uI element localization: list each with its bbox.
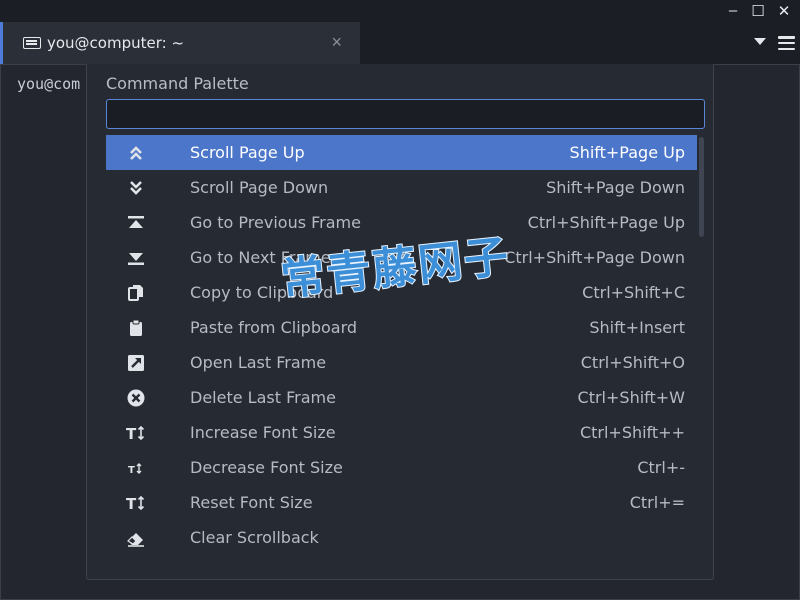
command-label: Open Last Frame bbox=[190, 353, 327, 372]
hamburger-menu-icon[interactable] bbox=[778, 36, 795, 51]
svg-text:T: T bbox=[126, 425, 137, 443]
command-shortcut: Ctrl+Shift+Page Down bbox=[504, 248, 685, 267]
command-label: Go to Next Frame bbox=[190, 248, 331, 267]
palette-title: Command Palette bbox=[106, 74, 249, 93]
command-shortcut: Ctrl+- bbox=[637, 458, 685, 477]
svg-text:T: T bbox=[128, 465, 135, 476]
command-item[interactable]: T Reset Font Size Ctrl+= bbox=[106, 485, 697, 520]
close-window-button[interactable]: ✕ bbox=[774, 2, 794, 20]
tab-terminal[interactable]: you@computer: ~ × bbox=[0, 22, 360, 64]
command-item[interactable]: Copy to Clipboard Ctrl+Shift+C bbox=[106, 275, 697, 310]
command-shortcut: Ctrl+Shift++ bbox=[579, 423, 685, 442]
command-item[interactable]: Go to Next Frame Ctrl+Shift+Page Down bbox=[106, 240, 697, 275]
double-chevron-down-icon bbox=[126, 178, 146, 198]
double-chevron-up-icon bbox=[126, 143, 146, 163]
command-shortcut: Ctrl+Shift+O bbox=[580, 353, 685, 372]
command-item[interactable]: Paste from Clipboard Shift+Insert bbox=[106, 310, 697, 345]
command-list: Scroll Page Up Shift+Page Up Scroll Page D… bbox=[106, 135, 697, 555]
command-shortcut: Ctrl+= bbox=[629, 493, 685, 512]
command-label: Scroll Page Down bbox=[190, 178, 329, 197]
command-item[interactable]: Delete Last Frame Ctrl+Shift+W bbox=[106, 380, 697, 415]
command-shortcut: Ctrl+Shift+C bbox=[582, 283, 685, 302]
command-item[interactable]: Go to Previous Frame Ctrl+Shift+Page Up bbox=[106, 205, 697, 240]
command-shortcut: Shift+Page Up bbox=[569, 143, 685, 162]
command-shortcut: Shift+Insert bbox=[589, 318, 685, 337]
command-item[interactable]: Open Last Frame Ctrl+Shift+O bbox=[106, 345, 697, 380]
open-external-icon bbox=[126, 353, 146, 373]
command-label: Clear Scrollback bbox=[190, 528, 319, 547]
font-size-large-icon: T bbox=[126, 423, 146, 443]
command-item[interactable]: Clear Scrollback bbox=[106, 520, 697, 555]
command-label: Paste from Clipboard bbox=[190, 318, 358, 337]
svg-text:T: T bbox=[126, 495, 137, 513]
command-shortcut: Ctrl+Shift+Page Up bbox=[527, 213, 685, 232]
command-item[interactable]: Scroll Page Up Shift+Page Up bbox=[106, 135, 697, 170]
title-bar: you@computer: ~ × – ☐ ✕ bbox=[0, 0, 800, 64]
command-label: Copy to Clipboard bbox=[190, 283, 334, 302]
command-label: Increase Font Size bbox=[190, 423, 336, 442]
tab-title: you@computer: ~ bbox=[47, 34, 185, 52]
command-search-input[interactable] bbox=[106, 99, 705, 129]
command-shortcut: Ctrl+Shift+W bbox=[577, 388, 685, 407]
font-size-small-icon: T bbox=[126, 458, 146, 478]
font-size-reset-icon: T bbox=[126, 493, 146, 513]
command-item[interactable]: Scroll Page Down Shift+Page Down bbox=[106, 170, 697, 205]
maximize-button[interactable]: ☐ bbox=[748, 2, 768, 20]
scrollbar-track[interactable] bbox=[698, 135, 705, 555]
command-item[interactable]: T Decrease Font Size Ctrl+- bbox=[106, 450, 697, 485]
scrollbar-thumb[interactable] bbox=[699, 137, 704, 237]
command-label: Decrease Font Size bbox=[190, 458, 343, 477]
next-frame-icon bbox=[126, 248, 146, 268]
command-label: Reset Font Size bbox=[190, 493, 313, 512]
command-shortcut: Shift+Page Down bbox=[546, 178, 685, 197]
keyboard-icon bbox=[23, 37, 41, 49]
command-item[interactable]: T Increase Font Size Ctrl+Shift++ bbox=[106, 415, 697, 450]
minimize-button[interactable]: – bbox=[723, 2, 743, 19]
copy-icon bbox=[126, 283, 146, 303]
paste-icon bbox=[126, 318, 146, 338]
previous-frame-icon bbox=[126, 213, 146, 233]
command-label: Go to Previous Frame bbox=[190, 213, 361, 232]
command-palette: Command Palette Scroll Page Up Shift+Page… bbox=[86, 64, 714, 580]
eraser-icon bbox=[126, 528, 146, 548]
tab-close-button[interactable]: × bbox=[331, 32, 342, 53]
terminal-prompt: you@com bbox=[17, 75, 81, 93]
command-label: Scroll Page Up bbox=[190, 143, 305, 162]
delete-circle-icon bbox=[126, 388, 146, 408]
command-label: Delete Last Frame bbox=[190, 388, 336, 407]
chevron-down-icon[interactable] bbox=[754, 38, 766, 45]
